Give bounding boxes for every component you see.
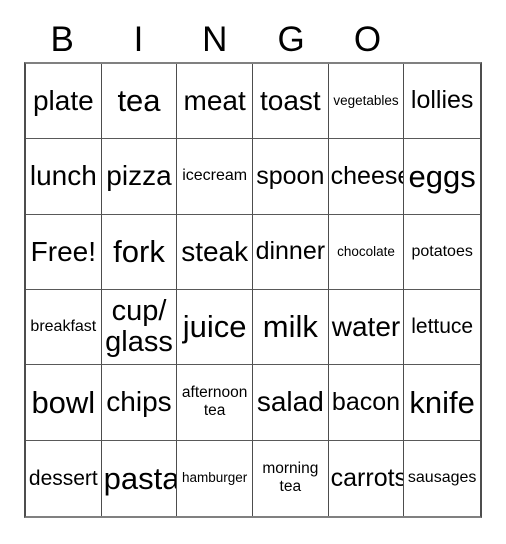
bingo-cell-label: juice	[182, 309, 247, 345]
bingo-cell-label: sausages	[407, 469, 477, 487]
bingo-cell[interactable]: bacon	[328, 365, 405, 441]
bingo-cell-label: toast	[259, 84, 321, 116]
bingo-cell[interactable]: sausages	[404, 440, 480, 516]
bingo-cell-label: plate	[32, 84, 94, 116]
bingo-cell[interactable]: icecream	[177, 139, 253, 215]
bingo-cell[interactable]: spoon	[252, 139, 329, 215]
bingo-cell-label: knife	[409, 384, 475, 420]
bingo-cell-label: salad	[256, 386, 324, 418]
bingo-cell-label: dessert	[28, 466, 98, 490]
bingo-cell-label: breakfast	[30, 318, 97, 335]
bingo-cell[interactable]: milk	[252, 290, 329, 366]
bingo-cell[interactable]: lettuce	[404, 290, 480, 366]
bingo-cell[interactable]: vegetables	[328, 64, 405, 140]
bingo-cell-label: pasta	[103, 460, 178, 496]
bingo-cell-label: meat	[183, 84, 246, 116]
bingo-cell-label: eggs	[408, 158, 476, 194]
bingo-cell-label: morning tea	[262, 460, 319, 496]
bingo-header-letter-o: O	[353, 19, 382, 59]
bingo-cell[interactable]: chips	[101, 365, 178, 441]
bingo-cell-label: potatoes	[411, 242, 473, 260]
bingo-cell-label: icecream	[182, 167, 248, 185]
bingo-cell[interactable]: fork	[101, 214, 178, 290]
bingo-cell[interactable]: lunch	[26, 139, 102, 215]
bingo-cell-label: lettuce	[411, 315, 474, 339]
bingo-cell-label: fork	[113, 234, 165, 270]
bingo-cell[interactable]: dessert	[26, 440, 102, 516]
bingo-cell[interactable]: steak	[177, 214, 253, 290]
bingo-cell[interactable]: potatoes	[404, 214, 480, 290]
bingo-cell[interactable]: juice	[177, 290, 253, 366]
bingo-cell-label: chocolate	[337, 243, 395, 259]
bingo-cell-label: tea	[117, 83, 161, 119]
bingo-header-letter-b: B	[50, 19, 74, 59]
bingo-cell[interactable]: breakfast	[26, 290, 102, 366]
bingo-cell-label: afternoon tea	[181, 384, 248, 420]
bingo-grid: plate tea meat toast vegetables lollies lunch p…	[24, 62, 482, 518]
bingo-cell[interactable]: plate	[26, 64, 102, 140]
bingo-cell-label: vegetables	[333, 93, 399, 109]
bingo-header-letter-g: G	[277, 19, 305, 59]
bingo-cell-label: water	[331, 310, 401, 342]
bingo-cell-label: cheese	[330, 161, 405, 190]
bingo-cell[interactable]: eggs	[404, 139, 480, 215]
bingo-cell-label: carrots	[330, 463, 405, 492]
bingo-header-letter-i: I	[133, 19, 144, 59]
bingo-cell[interactable]: cheese	[328, 139, 405, 215]
bingo-cell[interactable]: water	[328, 290, 405, 366]
bingo-cell-label: cup/ glass	[105, 294, 173, 359]
bingo-cell-label: milk	[262, 309, 318, 345]
bingo-header-row: B I N G O	[24, 18, 482, 60]
bingo-header-letter-n: N	[202, 19, 228, 59]
bingo-cell-label: Free!	[30, 235, 96, 267]
bingo-cell-label: lunch	[29, 160, 97, 192]
bingo-cell[interactable]: morning tea	[252, 440, 329, 516]
bingo-cell[interactable]: toast	[252, 64, 329, 140]
bingo-cell[interactable]: salad	[252, 365, 329, 441]
bingo-cell-label: spoon	[256, 161, 325, 190]
bingo-cell-label: chips	[106, 386, 172, 418]
bingo-cell[interactable]: knife	[404, 365, 480, 441]
bingo-header-letter-blank	[406, 18, 482, 60]
bingo-cell-label: pizza	[106, 160, 172, 192]
bingo-cell[interactable]: bowl	[26, 365, 102, 441]
bingo-cell[interactable]: pizza	[101, 139, 178, 215]
bingo-cell[interactable]: dinner	[252, 214, 329, 290]
bingo-cell[interactable]: lollies	[404, 64, 480, 140]
bingo-cell-label: steak	[181, 235, 249, 267]
bingo-cell[interactable]: tea	[101, 64, 178, 140]
bingo-cell-label: lollies	[410, 86, 474, 115]
bingo-cell-label: bacon	[331, 387, 401, 416]
bingo-cell[interactable]: chocolate	[328, 214, 405, 290]
bingo-cell[interactable]: cup/ glass	[101, 290, 178, 366]
bingo-cell-label: hamburger	[182, 470, 248, 486]
bingo-cell[interactable]: Free!	[26, 214, 102, 290]
bingo-cell[interactable]: afternoon tea	[177, 365, 253, 441]
bingo-cell-label: dinner	[255, 237, 326, 266]
bingo-card: B I N G O plate tea meat toast vegetables lol…	[0, 0, 506, 544]
bingo-cell-label: bowl	[31, 384, 96, 420]
bingo-cell[interactable]: meat	[177, 64, 253, 140]
bingo-cell[interactable]: hamburger	[177, 440, 253, 516]
bingo-cell[interactable]: carrots	[328, 440, 405, 516]
bingo-cell[interactable]: pasta	[101, 440, 178, 516]
